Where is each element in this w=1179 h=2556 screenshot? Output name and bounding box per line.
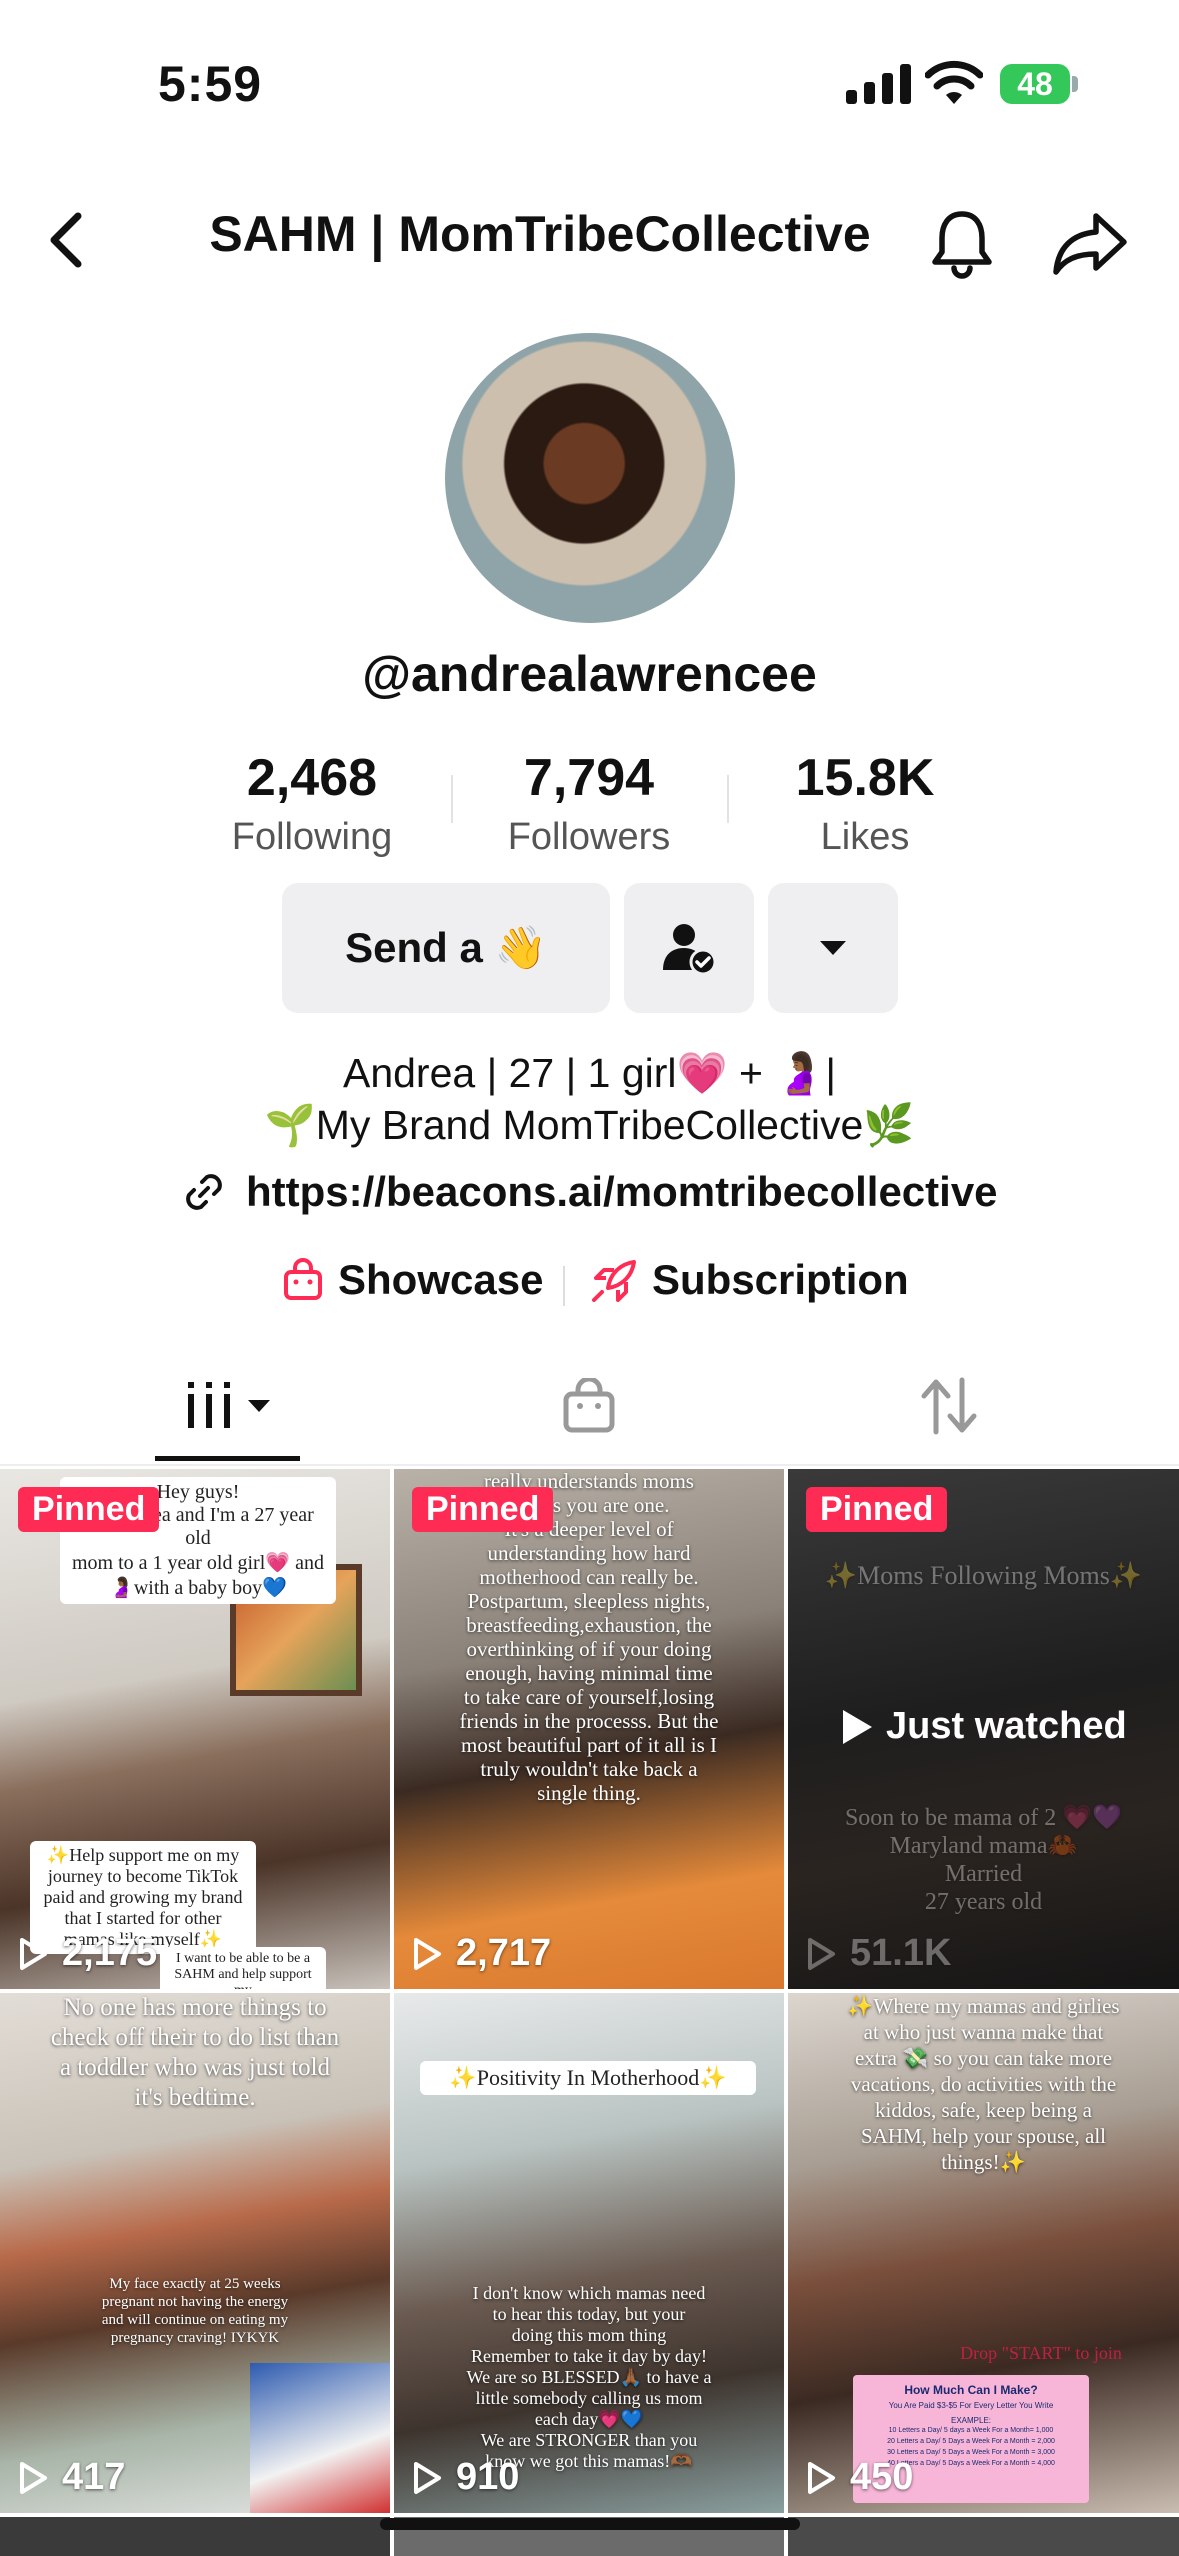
video-caption: No one has more things to check off thei… — [50, 1994, 340, 2111]
view-count-text: 51.1K — [850, 1932, 952, 1974]
video-thumbnail-3[interactable]: ✨Moms Following Moms✨ Soon to be mama of… — [788, 1469, 1179, 1989]
play-icon — [808, 2461, 835, 2494]
repost-tab-icon[interactable] — [918, 1376, 980, 1436]
video-caption: ✨Moms Following Moms✨ — [824, 1561, 1143, 1590]
cellular-signal-icon — [846, 62, 911, 104]
just-watched-text: Just watched — [886, 1705, 1127, 1747]
view-count-text: 417 — [62, 2456, 126, 2498]
video-caption: I want to be able to be a SAHM and help … — [160, 1947, 326, 1989]
avatar[interactable] — [445, 333, 735, 623]
view-count-text: 910 — [456, 2456, 520, 2498]
video-thumbnail-4[interactable]: No one has more things to check off thei… — [0, 1993, 390, 2513]
bio-line-1: Andrea | 27 | 1 girl💗 + 🤰🏾| — [342, 1050, 837, 1096]
bio-link-text: https://beacons.ai/momtribecollective — [246, 1168, 998, 1215]
video-thumbnail-5[interactable]: ✨Positivity In Motherhood✨ I don't know … — [394, 1993, 784, 2513]
wifi-icon — [925, 60, 983, 104]
following-label: Following — [231, 816, 393, 858]
username: @andrealawrencee — [362, 646, 817, 702]
play-icon — [414, 1937, 441, 1970]
stat-likes[interactable]: 15.8K Likes — [735, 748, 995, 859]
stat-followers[interactable]: 7,794 Followers — [459, 748, 719, 859]
view-count: 2,175 — [18, 1932, 157, 1975]
view-count: 450 — [806, 2456, 913, 2499]
showcase-link[interactable]: Showcase — [282, 1256, 543, 1304]
play-icon — [414, 2461, 441, 2494]
play-icon — [843, 1709, 872, 1744]
back-arrow-icon[interactable] — [40, 208, 92, 272]
card-subtitle: You Are Paid $3-$5 For Every Letter You … — [888, 2401, 1054, 2410]
send-wave-button[interactable]: Send a 👋 — [282, 883, 610, 1013]
video-thumbnail-9[interactable] — [788, 2517, 1179, 2556]
rocket-icon — [592, 1260, 636, 1302]
video-caption: My face exactly at 25 weeks pregnant not… — [101, 2276, 289, 2346]
play-icon — [20, 2461, 47, 2494]
bell-icon[interactable] — [928, 208, 996, 280]
subscription-label: Subscription — [652, 1256, 909, 1303]
play-icon — [808, 1937, 835, 1970]
status-time: 5:59 — [158, 56, 263, 112]
video-thumbnail-7[interactable] — [0, 2517, 390, 2556]
view-count: 417 — [18, 2456, 125, 2499]
caret-down-icon — [820, 941, 846, 955]
pinned-badge: Pinned — [18, 1487, 160, 1532]
followers-label: Followers — [507, 816, 671, 858]
video-caption: ✨Positivity In Motherhood✨ — [420, 2061, 756, 2095]
card-example: EXAMPLE: — [950, 2416, 991, 2425]
followers-count: 7,794 — [523, 749, 655, 807]
snack-bag — [250, 2363, 390, 2513]
video-thumbnail-1[interactable]: Hey guys! I'm Andrea and I'm a 27 year o… — [0, 1469, 390, 1989]
video-caption: Soon to be mama of 2 💗💜 Maryland mama🦀 M… — [844, 1805, 1123, 1915]
view-count-text: 450 — [850, 2456, 914, 2498]
play-icon — [20, 1937, 47, 1970]
view-count: 2,717 — [412, 1932, 551, 1975]
stat-divider — [727, 775, 729, 823]
card-title: How Much Can I Make? — [904, 2383, 1038, 2397]
video-caption: I don't know which mamas need to hear th… — [466, 2283, 712, 2471]
view-count: 51.1K — [806, 1932, 951, 1975]
video-caption: Drop "START" to join — [960, 2343, 1122, 2363]
view-count-text: 2,175 — [62, 1932, 158, 1974]
stat-following[interactable]: 2,468 Following — [182, 748, 442, 859]
share-icon[interactable] — [1052, 210, 1128, 276]
stat-divider — [451, 775, 453, 823]
following-status-button[interactable] — [624, 883, 754, 1013]
subscription-link[interactable]: Subscription — [590, 1256, 909, 1304]
home-indicator — [380, 2518, 800, 2530]
following-count: 2,468 — [246, 749, 378, 807]
bio-line-2: 🌱My Brand MomTribeCollective🌿 — [264, 1102, 915, 1148]
profile-title: SAHM | MomTribeCollective — [209, 206, 871, 262]
tab-videos[interactable] — [186, 1380, 276, 1432]
view-count-text: 2,717 — [456, 1932, 552, 1974]
more-options-button[interactable] — [768, 883, 898, 1013]
showcase-label: Showcase — [338, 1256, 544, 1303]
just-watched-overlay: Just watched — [840, 1705, 1127, 1748]
shop-tab-icon[interactable] — [562, 1378, 616, 1434]
user-check-icon — [663, 924, 717, 976]
view-count: 910 — [412, 2456, 519, 2499]
video-thumbnail-6[interactable]: ✨Where my mamas and girlies at who just … — [788, 1993, 1179, 2513]
pinned-badge: Pinned — [412, 1487, 554, 1532]
likes-count: 15.8K — [795, 749, 935, 807]
video-thumbnail-2[interactable]: really understands moms unless you are o… — [394, 1469, 784, 1989]
tab-active-indicator — [155, 1456, 300, 1461]
tabs-border — [0, 1464, 1179, 1466]
bio-link[interactable]: https://beacons.ai/momtribecollective — [180, 1168, 998, 1216]
battery-level: 48 — [1017, 65, 1053, 102]
link-icon — [186, 1174, 222, 1210]
showcase-divider — [563, 1266, 565, 1306]
battery-indicator: 48 — [1000, 64, 1070, 104]
battery-tip — [1072, 76, 1078, 92]
pinned-badge: Pinned — [806, 1487, 948, 1532]
video-caption: ✨Where my mamas and girlies at who just … — [847, 1994, 1120, 2174]
likes-label: Likes — [820, 816, 910, 858]
shopping-bag-icon — [284, 1258, 322, 1300]
